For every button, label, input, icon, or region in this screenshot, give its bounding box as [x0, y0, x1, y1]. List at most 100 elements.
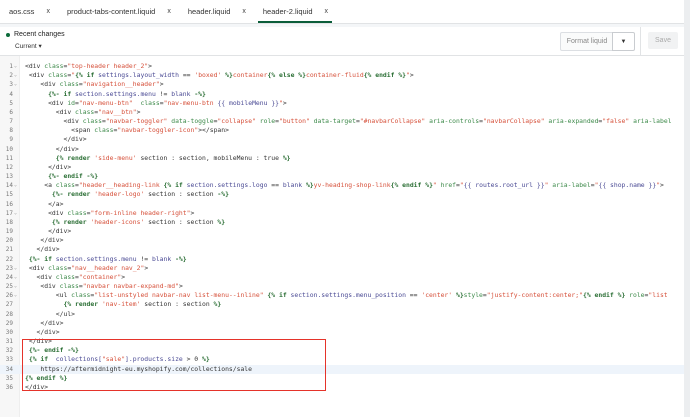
code-token: <span — [25, 126, 95, 135]
code-token: <div — [25, 263, 49, 272]
code-token: %} — [302, 181, 314, 190]
code-line: 6 <div class="nav__btn"> — [0, 108, 684, 117]
code-token: aria-controls — [425, 117, 480, 126]
code-token: "list-unstyled navbar-nav list-menu--inl… — [94, 291, 264, 300]
code-token: -%} — [217, 190, 229, 199]
chevron-down-icon: ▼ — [620, 38, 627, 45]
code-token: blank — [282, 181, 303, 190]
code-token: "nav__btn" — [98, 107, 137, 116]
close-icon[interactable]: x — [325, 8, 329, 15]
scrollbar[interactable] — [684, 0, 690, 417]
code-token: <div — [25, 98, 68, 107]
code-line: 9 </div> — [0, 135, 684, 144]
code-text: {% render 'nav-item' section : section %… — [25, 300, 221, 309]
code-token: section : section — [144, 190, 218, 199]
recent-changes-label: Recent changes — [14, 31, 65, 38]
code-line: 7 <div class="navbar-toggler" data-toggl… — [0, 117, 684, 126]
code-line: 18 {% render 'header-icons' section : se… — [0, 218, 684, 227]
fold-chevron-icon[interactable]: ⌄ — [14, 209, 17, 218]
code-token: class — [59, 80, 79, 89]
code-text: </div> — [25, 227, 71, 236]
code-token: 'nav-item' — [101, 300, 141, 309]
close-icon[interactable]: x — [167, 8, 171, 15]
file-tabs: aos.css x product-tabs-content.liquid x head… — [0, 0, 684, 24]
code-line: 25 ⌄ <div class="navbar navbar-expand-md"… — [0, 282, 684, 291]
code-token: collections[ — [55, 355, 102, 364]
code-token: container — [232, 71, 268, 80]
code-token: %} — [282, 153, 291, 162]
code-token: <a — [25, 181, 56, 190]
code-text: {%- endif -%} — [25, 346, 79, 355]
code-line: 12 </div> — [0, 163, 684, 172]
code-token: </div> — [25, 227, 72, 236]
line-number: 3 — [9, 81, 13, 89]
code-token: section.settings.menu — [55, 254, 137, 263]
code-line: 29 </div> — [0, 319, 684, 328]
code-editor[interactable]: 1 ⌄ <div class="top-header header_2"> 2 ⌄ <d… — [0, 56, 684, 417]
code-token: == — [267, 181, 283, 190]
code-text: </div> — [25, 135, 87, 144]
fold-chevron-icon[interactable]: ⌄ — [14, 80, 17, 89]
code-text: <div class="nav__btn"> — [25, 107, 141, 117]
code-token: class — [44, 62, 64, 70]
code-token: == — [178, 71, 195, 80]
line-number: 32 — [5, 347, 13, 355]
code-token: role — [625, 291, 645, 300]
code-token: data-toggle — [167, 117, 214, 126]
code-token: </div> — [25, 162, 72, 171]
code-token: "navbar-toggler" — [105, 117, 168, 126]
fold-chevron-icon[interactable]: ⌄ — [14, 282, 17, 291]
code-token: > — [409, 71, 414, 80]
code-line: 34 https://aftermidnight-eu.myshopify.co… — [0, 364, 684, 374]
chevron-down-icon: ▾ — [38, 43, 42, 50]
tab-file[interactable]: header.liquid x — [179, 0, 254, 23]
code-token: section : section — [144, 217, 218, 226]
code-token: %} — [213, 300, 222, 309]
code-token: <div — [25, 107, 76, 116]
fold-chevron-icon[interactable]: ⌄ — [14, 264, 17, 273]
fold-chevron-icon[interactable]: ⌄ — [14, 273, 17, 282]
code-text: </a> — [25, 200, 63, 209]
code-token: ].products.size — [125, 355, 183, 364]
code-token: </div> — [25, 135, 87, 144]
close-icon[interactable]: x — [242, 8, 246, 15]
code-text: <a class="header__heading-link {% if sec… — [25, 181, 664, 190]
code-token: 'side-menu' — [94, 153, 137, 162]
line-number: 16 — [5, 200, 13, 208]
code-token: == — [405, 291, 422, 300]
tab-file[interactable]: aos.css x — [0, 0, 58, 23]
code-token: container-fluid — [305, 71, 364, 80]
code-token: {%- endif -%} — [25, 346, 79, 355]
format-liquid-button[interactable]: Format liquid — [560, 32, 614, 51]
code-token: {% render — [25, 300, 102, 309]
fold-chevron-icon[interactable]: ⌄ — [14, 181, 17, 190]
code-text: </div> — [25, 337, 52, 346]
code-token: class — [140, 98, 160, 107]
code-token: "list — [648, 291, 668, 300]
code-text: </div> — [25, 319, 63, 328]
code-token: </div> — [25, 236, 64, 245]
save-button[interactable]: Save — [648, 32, 678, 49]
code-token: section : section — [140, 300, 214, 309]
close-icon[interactable]: x — [46, 8, 50, 15]
code-line: 5 <div id="nav-menu-btn" class="nav-menu… — [0, 99, 684, 108]
divider — [640, 27, 641, 55]
line-number: 21 — [5, 246, 13, 254]
fold-chevron-icon[interactable]: ⌄ — [14, 71, 17, 80]
format-options-dropdown[interactable]: ▼ — [612, 32, 635, 51]
line-number: 27 — [5, 301, 13, 309]
code-token: > — [121, 272, 126, 281]
code-token: {% if — [163, 181, 187, 190]
fold-chevron-icon[interactable]: ⌄ — [14, 291, 17, 300]
code-text: <div id="nav-menu-btn" class="nav-menu-b… — [25, 99, 287, 108]
code-line: 17 ⌄ <div class="form-inline header-right… — [0, 209, 684, 218]
tab-file[interactable]: header-2.liquid x — [254, 0, 336, 23]
code-line: 22 {%- if section.settings.menu != blank… — [0, 255, 684, 264]
line-number: 8 — [9, 127, 13, 135]
code-token: ></span> — [198, 126, 229, 135]
tab-file[interactable]: product-tabs-content.liquid x — [58, 0, 179, 23]
version-select[interactable]: Current ▾ — [15, 42, 42, 50]
code-token: > — [159, 80, 164, 89]
code-text: <div class="navigation__header"> — [25, 80, 164, 89]
fold-chevron-icon[interactable]: ⌄ — [14, 62, 17, 71]
